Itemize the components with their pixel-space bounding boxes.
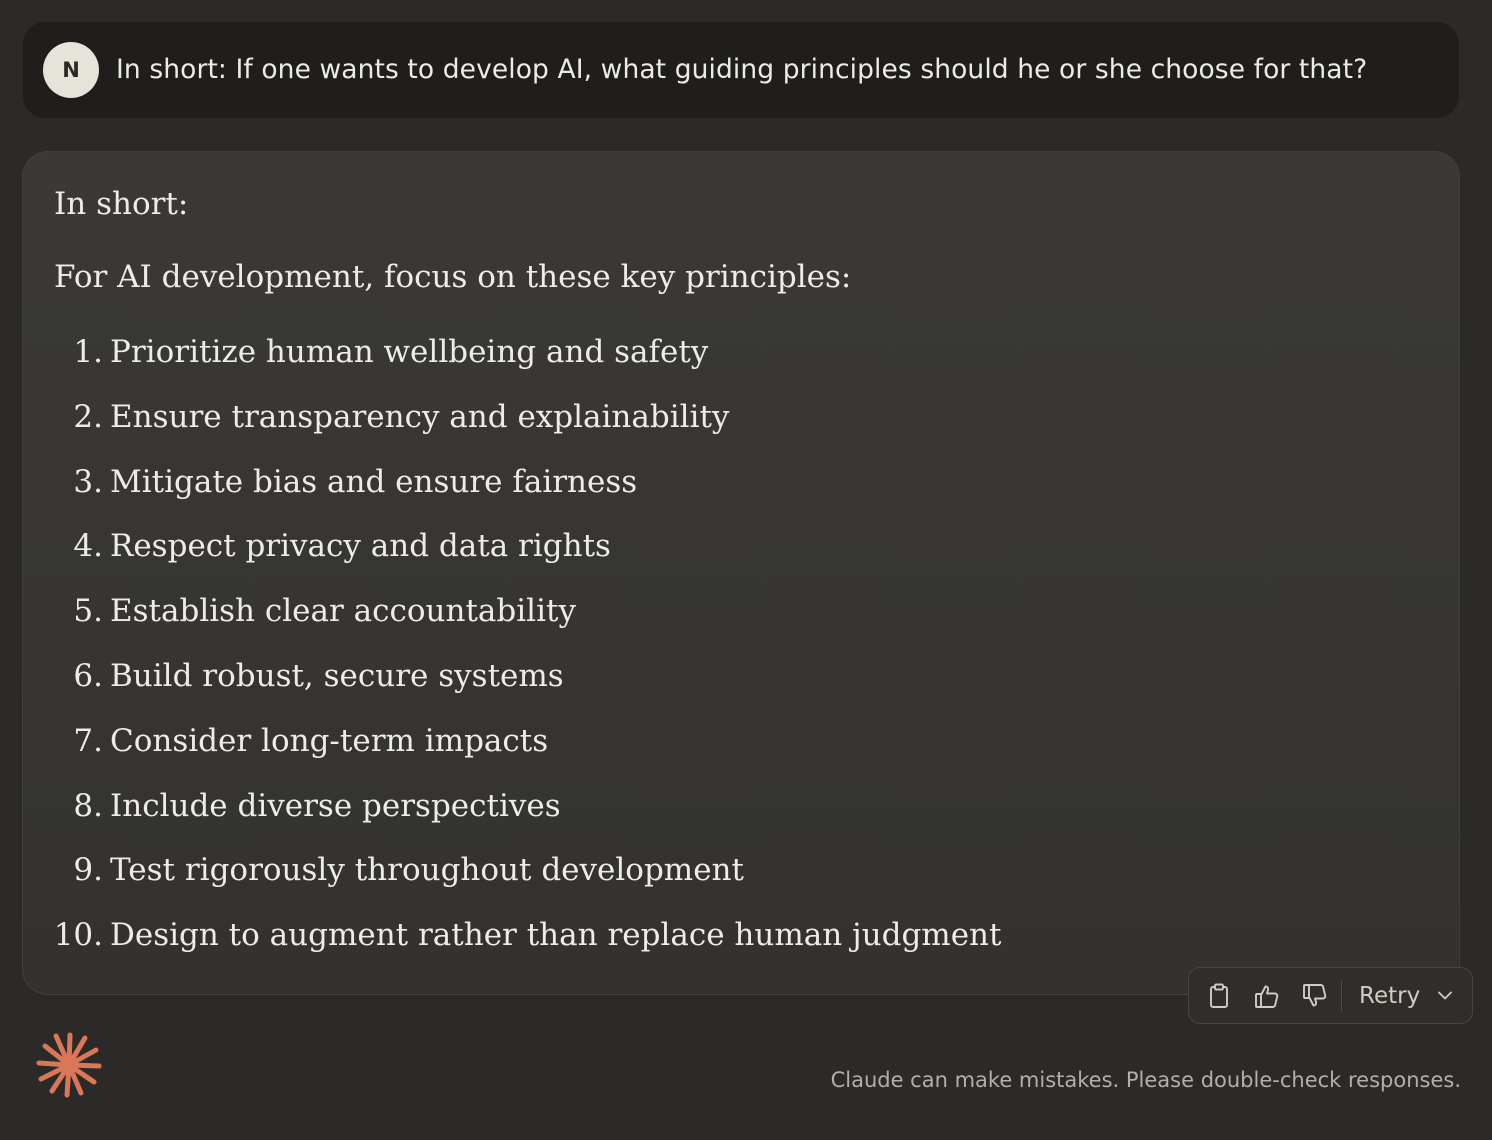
action-divider <box>1341 980 1342 1012</box>
list-item-text: Design to augment rather than replace hu… <box>110 917 1002 954</box>
list-item-text: Include diverse perspectives <box>110 787 561 824</box>
response-lead: For AI development, focus on these key p… <box>54 259 852 295</box>
disclaimer-text: Claude can make mistakes. Please double-… <box>830 1068 1461 1092</box>
thumbs-up-icon <box>1255 985 1279 1008</box>
retry-label: Retry <box>1359 983 1421 1009</box>
claude-asterisk-icon <box>36 1032 102 1098</box>
response-intro: In short: <box>54 186 189 222</box>
list-item-number: 1. <box>73 334 103 370</box>
list-item-text: Test rigorously throughout development <box>110 852 744 889</box>
list-item-text: Establish clear accountability <box>110 593 576 630</box>
list-item-number: 2. <box>73 398 103 435</box>
user-message: N In short: If one wants to develop AI, … <box>23 22 1459 118</box>
list-item-text: Ensure transparency and explainability <box>110 398 730 435</box>
clipboard-icon <box>1210 983 1228 1008</box>
message-action-bar: Retry <box>1188 967 1473 1024</box>
list-item-number: 6. <box>73 657 103 694</box>
assistant-response: In short: For AI development, focus on t… <box>22 151 1460 995</box>
thumbs-up-button[interactable] <box>1251 980 1283 1012</box>
user-message-text: In short: If one wants to develop AI, wh… <box>116 54 1368 85</box>
chevron-down-icon[interactable] <box>1436 986 1454 1004</box>
thumbs-down-button[interactable] <box>1299 980 1331 1012</box>
list-item-text: Respect privacy and data rights <box>110 528 611 565</box>
list-item-number: 4. <box>73 528 103 565</box>
list-item-text: Build robust, secure systems <box>110 657 564 694</box>
list-item-text: Consider long-term impacts <box>110 722 549 759</box>
user-avatar[interactable]: N <box>43 42 99 98</box>
retry-button[interactable]: Retry <box>1359 968 1454 1025</box>
list-item-number: 3. <box>73 463 103 500</box>
list-item-number: 7. <box>73 722 103 759</box>
list-item-number: 5. <box>73 593 103 630</box>
list-item-text: Mitigate bias and ensure fairness <box>110 463 638 500</box>
list-item-text: Prioritize human wellbeing and safety <box>110 334 709 370</box>
list-item-number: 8. <box>73 787 103 824</box>
list-item-number: 9. <box>73 852 103 889</box>
list-item-number: 10. <box>53 917 103 954</box>
copy-button[interactable] <box>1203 980 1235 1012</box>
thumbs-down-icon <box>1303 984 1327 1007</box>
